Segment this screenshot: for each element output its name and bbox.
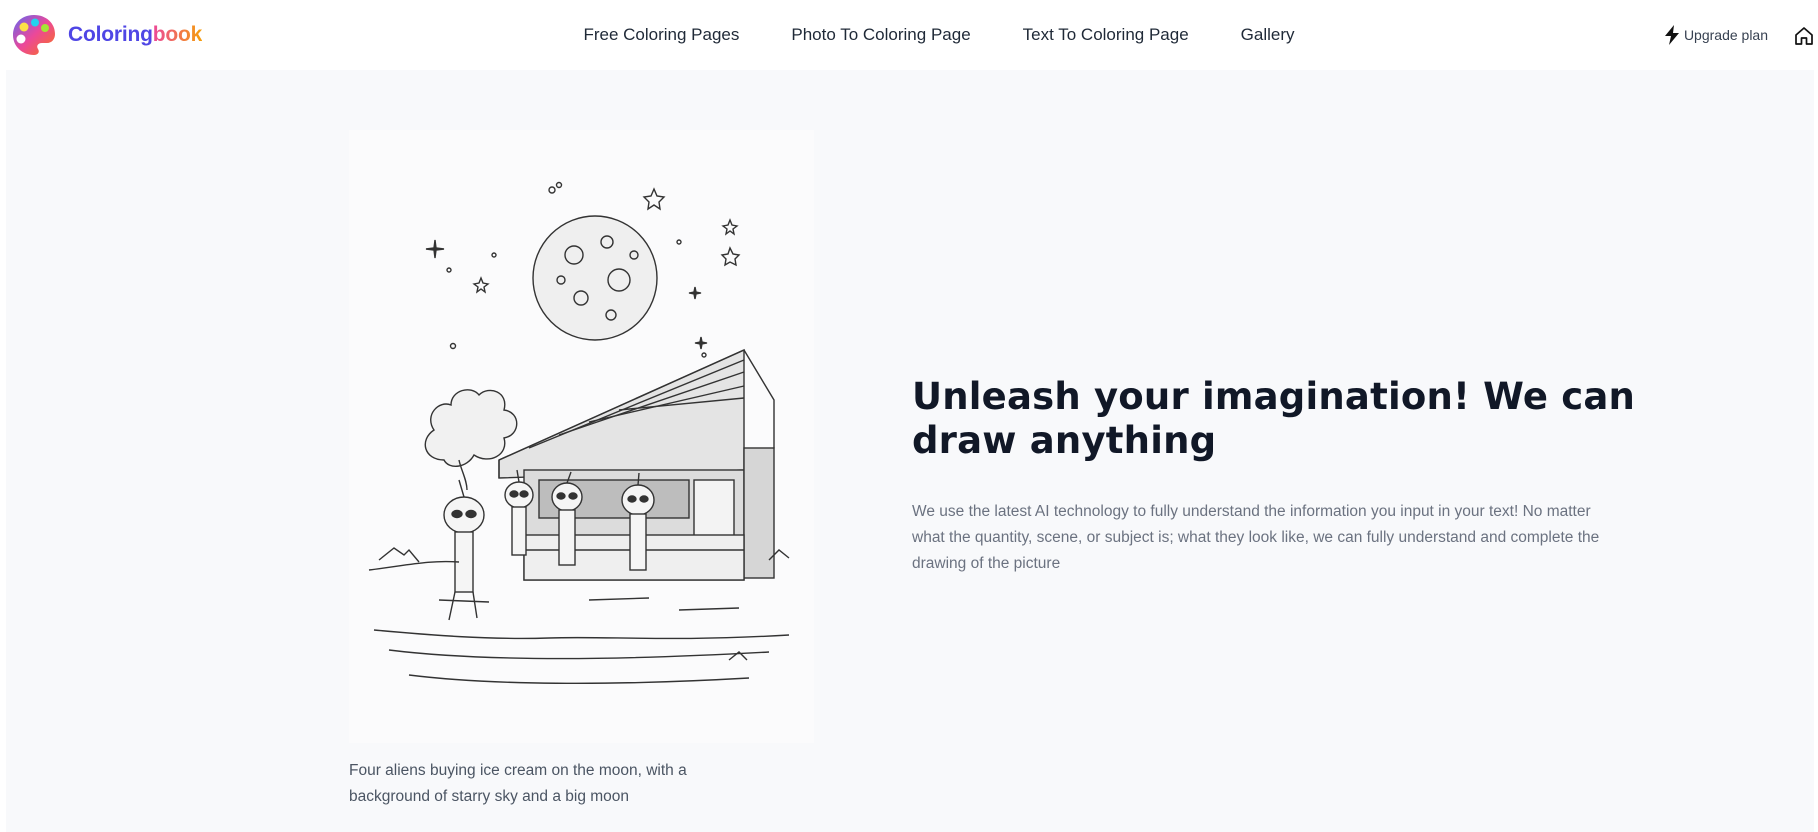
hero-title: Unleash your imagination! We can draw an… [912, 375, 1636, 462]
upgrade-plan-button[interactable]: Upgrade plan [1664, 22, 1768, 48]
showcase-caption: Four aliens buying ice cream on the moon… [349, 762, 687, 805]
lightning-bolt-icon [1664, 25, 1679, 45]
showcase-image [349, 130, 814, 743]
nav-link-photo-to-coloring-page[interactable]: Photo To Coloring Page [791, 25, 970, 45]
main-navigation: Free Coloring Pages Photo To Coloring Pa… [0, 0, 1818, 70]
nav-link-text-to-coloring-page[interactable]: Text To Coloring Page [1023, 25, 1189, 45]
nav-link-gallery[interactable]: Gallery [1241, 25, 1295, 45]
hero-description: We use the latest AI technology to fully… [912, 503, 1600, 572]
nav-link-free-coloring-pages[interactable]: Free Coloring Pages [583, 25, 739, 45]
home-icon[interactable] [1792, 24, 1816, 48]
aliens-ice-cream-illustration [368, 181, 790, 685]
hero-section: Unleash your imagination! We can draw an… [912, 375, 1652, 577]
upgrade-plan-label: Upgrade plan [1683, 27, 1768, 43]
main-content: Four aliens buying ice cream on the moon… [6, 70, 1814, 832]
top-navbar: Coloringbook Free Coloring Pages Photo T… [0, 0, 1818, 70]
